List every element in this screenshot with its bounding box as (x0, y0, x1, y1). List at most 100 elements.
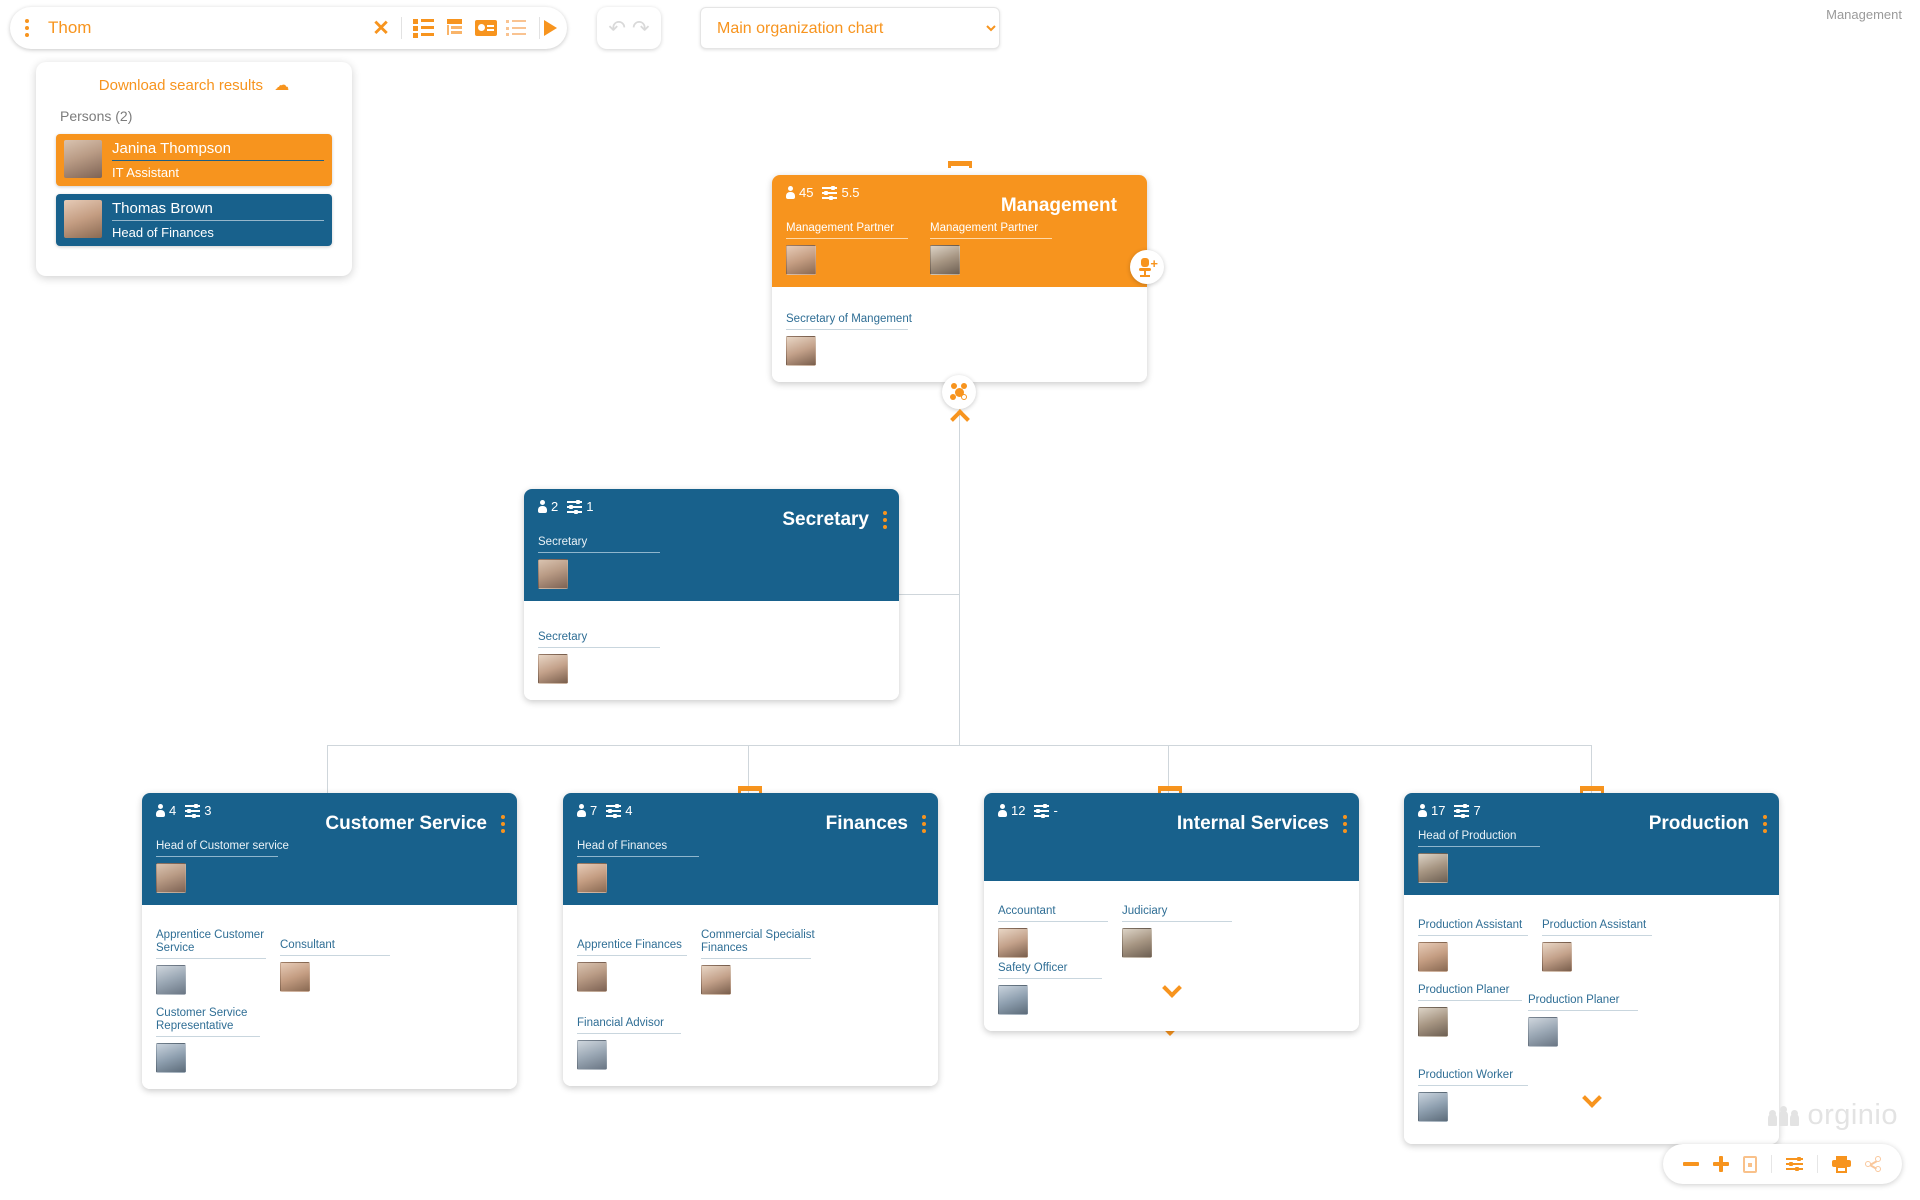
position-label: Production Planer (1418, 984, 1510, 996)
avatar[interactable] (786, 336, 816, 366)
position[interactable]: Production Planer (1418, 984, 1528, 1047)
avatar[interactable] (156, 965, 186, 995)
fit-to-screen-icon[interactable] (1743, 1155, 1757, 1173)
position[interactable]: Head of Finances (577, 830, 715, 893)
position-label: Consultant (280, 939, 335, 951)
position-label: Production Assistant (1542, 919, 1647, 931)
avatar[interactable] (1528, 1017, 1558, 1047)
headcount-stat: 2 (538, 499, 558, 514)
position-label: Apprentice Customer Service (156, 929, 265, 954)
avatar[interactable] (930, 245, 960, 275)
node-header: 4 3 Customer Service Head of Customer se… (142, 793, 517, 905)
settings-icon[interactable] (1786, 1157, 1803, 1171)
position[interactable]: Apprentice Customer Service (156, 929, 274, 995)
avatar[interactable] (1418, 942, 1448, 972)
position-underline (577, 955, 687, 956)
node-title: Customer Service (325, 813, 487, 834)
collapse-management-icon[interactable] (951, 411, 969, 422)
headcount-value: 17 (1431, 803, 1446, 818)
org-chart-canvas: 45 5.5 Management Management Partner Man… (0, 0, 1920, 1200)
position-underline (156, 958, 266, 959)
org-node-management[interactable]: 45 5.5 Management Management Partner Man… (772, 175, 1164, 382)
node-menu-kebab-icon[interactable] (501, 815, 505, 833)
position[interactable]: Accountant (998, 905, 1116, 958)
logo-text: orginio (1807, 1099, 1898, 1131)
body-positions: Secretary (538, 613, 885, 684)
person-icon (1418, 804, 1427, 817)
node-menu-kebab-icon[interactable] (1343, 815, 1347, 833)
avatar[interactable] (1418, 1007, 1448, 1037)
expand-internal-services-icon[interactable] (1163, 980, 1181, 991)
position[interactable]: Judiciary (1122, 905, 1240, 958)
position-underline (998, 921, 1108, 922)
position[interactable]: Head of Customer service (156, 830, 294, 893)
node-stub-customer-service (738, 786, 762, 793)
position[interactable]: Secretary (538, 621, 676, 684)
avatar[interactable] (156, 1043, 186, 1073)
avatar[interactable] (280, 962, 310, 992)
position[interactable]: Production Assistant (1542, 919, 1660, 972)
zoom-in-icon[interactable] (1713, 1156, 1729, 1172)
position-underline (786, 238, 908, 239)
position-label: Judiciary (1122, 905, 1168, 917)
body-positions: Apprentice Finances Commercial Specialis… (577, 917, 924, 1070)
headcount-value: 7 (590, 803, 598, 818)
person-icon (577, 804, 586, 817)
avatar[interactable] (538, 654, 568, 684)
position[interactable]: Apprentice Finances (577, 929, 695, 995)
node-title: Finances (825, 813, 908, 834)
position-underline (930, 238, 1052, 239)
position-label: Secretary of Mangement (786, 313, 912, 325)
position-label: Production Assistant (1418, 919, 1523, 931)
node-menu-kebab-icon[interactable] (883, 511, 887, 529)
position[interactable]: Secretary of Mangement (786, 303, 924, 366)
position[interactable]: Production Planer (1528, 994, 1646, 1047)
org-node-customer-service[interactable]: 4 3 Customer Service Head of Customer se… (142, 793, 517, 1089)
avatar[interactable] (1122, 928, 1152, 958)
add-position-button[interactable]: + (1130, 250, 1164, 284)
avatar[interactable] (786, 245, 816, 275)
connector-horizontal-main (327, 745, 1591, 746)
fte-stat: 5.5 (822, 185, 860, 200)
node-menu-kebab-icon[interactable] (1131, 197, 1135, 215)
position-label: Head of Production (1418, 830, 1517, 842)
avatar[interactable] (998, 985, 1028, 1015)
avatar[interactable] (577, 863, 607, 893)
position[interactable]: Head of Production (1418, 830, 1556, 883)
node-title: Internal Services (1176, 813, 1329, 834)
position-label: Secretary (538, 536, 588, 548)
avatar[interactable] (538, 559, 568, 589)
avatar[interactable] (577, 962, 607, 992)
avatar[interactable] (1418, 853, 1448, 883)
org-node-finances[interactable]: 7 4 Finances Head of Finances Apprentice… (563, 793, 938, 1086)
avatar[interactable] (577, 1040, 607, 1070)
zoom-out-icon[interactable] (1683, 1162, 1699, 1166)
position[interactable]: Production Worker (1418, 1069, 1536, 1122)
position[interactable]: Commercial Specialist Finances (701, 929, 819, 995)
avatar[interactable] (1418, 1092, 1448, 1122)
node-menu-kebab-icon[interactable] (922, 815, 926, 833)
avatar[interactable] (701, 965, 731, 995)
position[interactable]: Production Assistant (1418, 919, 1536, 972)
position[interactable]: Safety Officer (998, 962, 1108, 1015)
org-node-secretary[interactable]: 2 1 Secretary Secretary Secretary (524, 489, 899, 700)
position[interactable]: Financial Advisor (577, 1007, 687, 1070)
share-icon[interactable] (1865, 1156, 1882, 1172)
expand-production-icon[interactable] (1583, 1090, 1601, 1101)
position[interactable]: Secretary (538, 526, 676, 589)
position[interactable]: Management Partner (930, 212, 1068, 275)
position[interactable]: Consultant (280, 929, 398, 995)
avatar[interactable] (998, 928, 1028, 958)
fte-value: - (1053, 803, 1058, 818)
position[interactable]: Customer Service Representative (156, 1007, 266, 1073)
org-network-badge[interactable] (942, 375, 976, 409)
print-icon[interactable] (1832, 1155, 1851, 1173)
avatar[interactable] (156, 863, 186, 893)
node-menu-kebab-icon[interactable] (1763, 815, 1767, 833)
position-label: Safety Officer (998, 962, 1068, 974)
avatar[interactable] (1542, 942, 1572, 972)
position-underline (1418, 1000, 1522, 1001)
position[interactable]: Management Partner (786, 212, 924, 275)
node-stub-management (948, 161, 972, 168)
position-label: Commercial Specialist Finances (701, 929, 815, 954)
